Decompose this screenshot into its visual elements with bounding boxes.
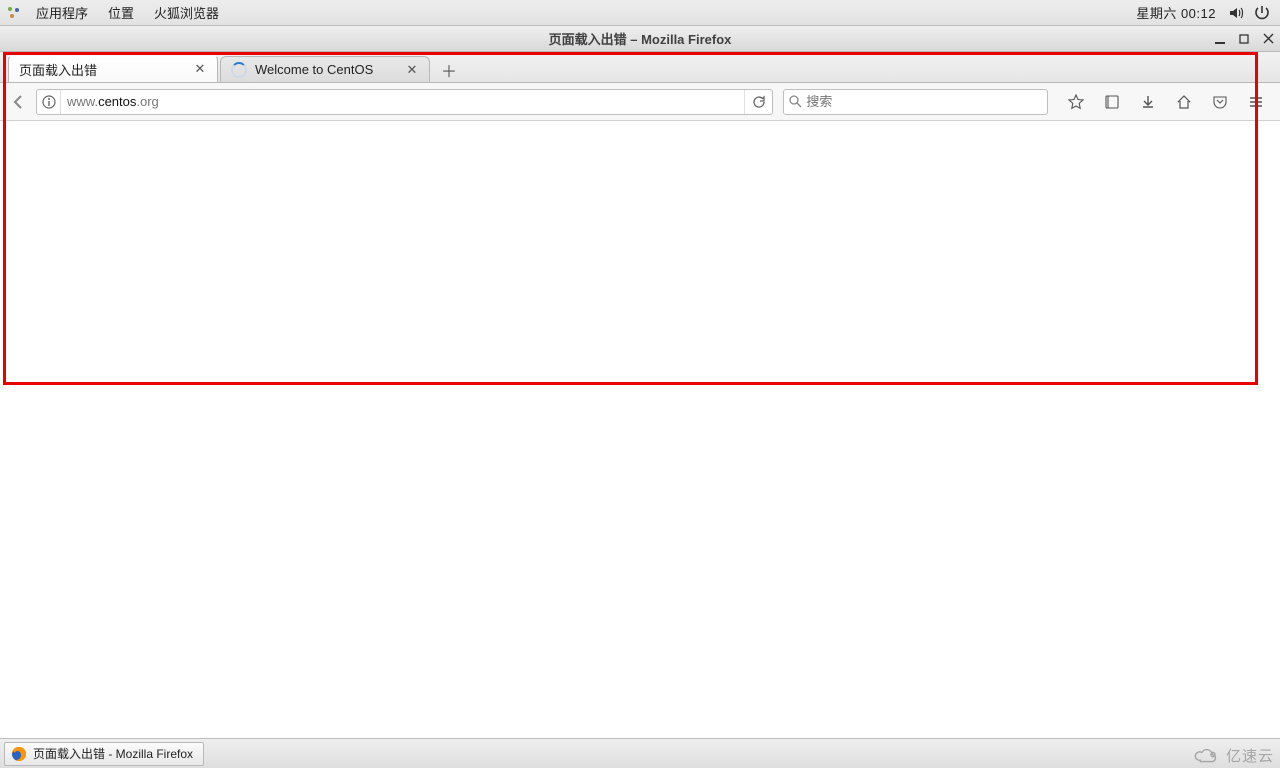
tab-close-button[interactable]: ✕	[193, 62, 207, 76]
new-tab-button[interactable]: ＋	[436, 58, 462, 82]
bookmark-star-button[interactable]	[1058, 89, 1094, 115]
tab-strip: 页面载入出错 ✕ Welcome to CentOS ✕ ＋	[0, 52, 1280, 83]
hamburger-menu-button[interactable]	[1238, 89, 1274, 115]
firefox-icon	[11, 746, 27, 762]
page-content	[0, 121, 1280, 725]
search-bar[interactable]	[783, 89, 1048, 115]
cloud-icon	[1192, 747, 1220, 765]
window-titlebar: 页面载入出错 – Mozilla Firefox	[0, 26, 1280, 52]
tab-title: Welcome to CentOS	[255, 62, 405, 77]
clock[interactable]: 星期六 00:12	[1128, 3, 1224, 22]
watermark-text: 亿速云	[1226, 745, 1274, 766]
tab-title: 页面载入出错	[19, 60, 193, 79]
watermark: 亿速云	[1192, 745, 1274, 766]
bottom-taskbar: 页面载入出错 - Mozilla Firefox	[0, 738, 1280, 768]
volume-icon[interactable]	[1228, 5, 1244, 21]
reload-button[interactable]	[744, 90, 772, 114]
taskbar-item-label: 页面载入出错 - Mozilla Firefox	[33, 745, 193, 762]
pocket-button[interactable]	[1202, 89, 1238, 115]
gnome-top-panel: 应用程序 位置 火狐浏览器 星期六 00:12	[0, 0, 1280, 26]
menu-places[interactable]: 位置	[98, 3, 144, 22]
firefox-window: 页面载入出错 ✕ Welcome to CentOS ✕ ＋ www.cento…	[0, 52, 1280, 725]
home-button[interactable]	[1166, 89, 1202, 115]
window-minimize-button[interactable]	[1212, 31, 1228, 47]
identity-info-icon[interactable]	[37, 90, 61, 114]
tab-close-button[interactable]: ✕	[405, 63, 419, 77]
tab-active[interactable]: 页面载入出错 ✕	[8, 54, 218, 82]
menu-applications[interactable]: 应用程序	[26, 3, 98, 22]
navigation-toolbar: www.centos.org	[0, 83, 1280, 121]
url-bar[interactable]: www.centos.org	[36, 89, 773, 115]
tab-loading[interactable]: Welcome to CentOS ✕	[220, 56, 430, 82]
window-title: 页面载入出错 – Mozilla Firefox	[549, 29, 732, 48]
menu-firefox[interactable]: 火狐浏览器	[144, 3, 229, 22]
downloads-button[interactable]	[1130, 89, 1166, 115]
window-close-button[interactable]	[1260, 31, 1276, 47]
search-icon	[784, 95, 806, 108]
power-icon[interactable]	[1254, 5, 1270, 21]
loading-spinner-icon	[231, 62, 247, 78]
url-suffix: .org	[136, 94, 158, 109]
activities-icon	[6, 5, 22, 21]
bookmarks-library-button[interactable]	[1094, 89, 1130, 115]
back-button[interactable]	[6, 89, 32, 115]
system-tray	[1224, 5, 1274, 21]
url-host: centos	[98, 94, 136, 109]
search-input[interactable]	[806, 90, 1047, 114]
toolbar-buttons	[1058, 89, 1274, 115]
taskbar-item-firefox[interactable]: 页面载入出错 - Mozilla Firefox	[4, 742, 204, 766]
url-prefix: www.	[67, 94, 98, 109]
window-maximize-button[interactable]	[1236, 31, 1252, 47]
url-text[interactable]: www.centos.org	[67, 94, 159, 109]
